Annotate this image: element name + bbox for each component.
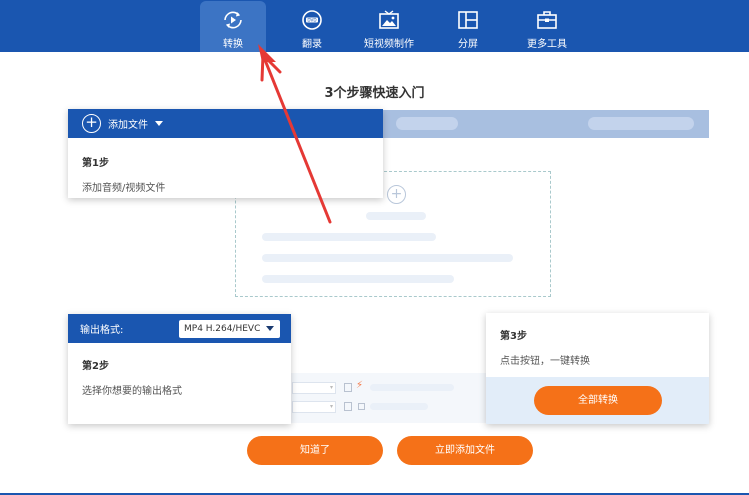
- skeleton-line: [262, 233, 436, 241]
- toolbox-icon: [537, 11, 557, 29]
- step3-card: 第3步 点击按钮，一键转换 全部转换: [486, 313, 709, 424]
- top-toolbar: 转换 DVD 翻录 短视频制作 分屏 更多工具: [0, 0, 749, 52]
- tab-split-screen-label: 分屏: [458, 39, 478, 50]
- split-screen-icon: [458, 11, 478, 29]
- add-file-button[interactable]: + 添加文件: [68, 109, 383, 138]
- checkbox-icon: [358, 403, 365, 410]
- plus-icon: +: [387, 185, 406, 204]
- got-it-button[interactable]: 知道了: [247, 436, 383, 465]
- mock-pill: [588, 117, 694, 130]
- skeleton-line: [366, 212, 426, 220]
- step3-desc: 点击按钮，一键转换: [500, 356, 590, 367]
- mock-select: ▾: [292, 382, 336, 394]
- folder-icon: [344, 402, 352, 411]
- skeleton-line: [370, 384, 454, 391]
- tab-split-screen[interactable]: 分屏: [435, 1, 501, 52]
- caret-down-icon: [155, 121, 163, 126]
- step1-desc: 添加音频/视频文件: [82, 183, 166, 194]
- step1-title: 第1步: [82, 158, 109, 169]
- guide-title: 3个步骤快速入门: [324, 86, 425, 101]
- output-format-label: 输出格式:: [80, 325, 124, 336]
- tab-more-tools-label: 更多工具: [527, 39, 567, 50]
- file-icon: [344, 383, 352, 392]
- convert-icon: [224, 11, 242, 29]
- dvd-icon: DVD: [302, 10, 322, 30]
- mock-select: ▾: [292, 401, 336, 413]
- skeleton-line: [370, 403, 428, 410]
- add-circle-icon: +: [82, 114, 101, 133]
- step3-title: 第3步: [500, 331, 527, 342]
- tab-short-video-label: 短视频制作: [364, 39, 414, 50]
- tab-rip-label: 翻录: [302, 39, 322, 50]
- step2-title: 第2步: [82, 361, 109, 372]
- add-file-label: 添加文件: [108, 120, 148, 131]
- step2-desc: 选择你想要的输出格式: [82, 386, 182, 397]
- mock-pill: [396, 117, 458, 130]
- bolt-icon: ⚡: [356, 380, 364, 391]
- output-format-value: MP4 H.264/HEVC: [184, 323, 261, 334]
- skeleton-line: [262, 275, 454, 283]
- tv-image-icon: [379, 10, 399, 29]
- caret-down-icon: [266, 326, 274, 331]
- step1-card: + 添加文件 第1步 添加音频/视频文件: [68, 109, 383, 198]
- mock-file-row: ▾ ⚡: [292, 380, 488, 396]
- skeleton-line: [262, 254, 513, 262]
- convert-all-button[interactable]: 全部转换: [534, 386, 662, 415]
- add-file-now-button[interactable]: 立即添加文件: [397, 436, 533, 465]
- tab-short-video[interactable]: 短视频制作: [356, 1, 422, 52]
- tab-convert[interactable]: 转换: [200, 1, 266, 52]
- tab-rip[interactable]: DVD 翻录: [279, 1, 345, 52]
- tab-more-tools[interactable]: 更多工具: [514, 1, 580, 52]
- mock-file-row: ▾: [292, 399, 488, 415]
- svg-text:DVD: DVD: [307, 18, 316, 23]
- tab-convert-label: 转换: [223, 39, 243, 50]
- output-format-select[interactable]: MP4 H.264/HEVC: [179, 319, 280, 338]
- step2-card: 输出格式: MP4 H.264/HEVC 第2步 选择你想要的输出格式: [68, 314, 291, 424]
